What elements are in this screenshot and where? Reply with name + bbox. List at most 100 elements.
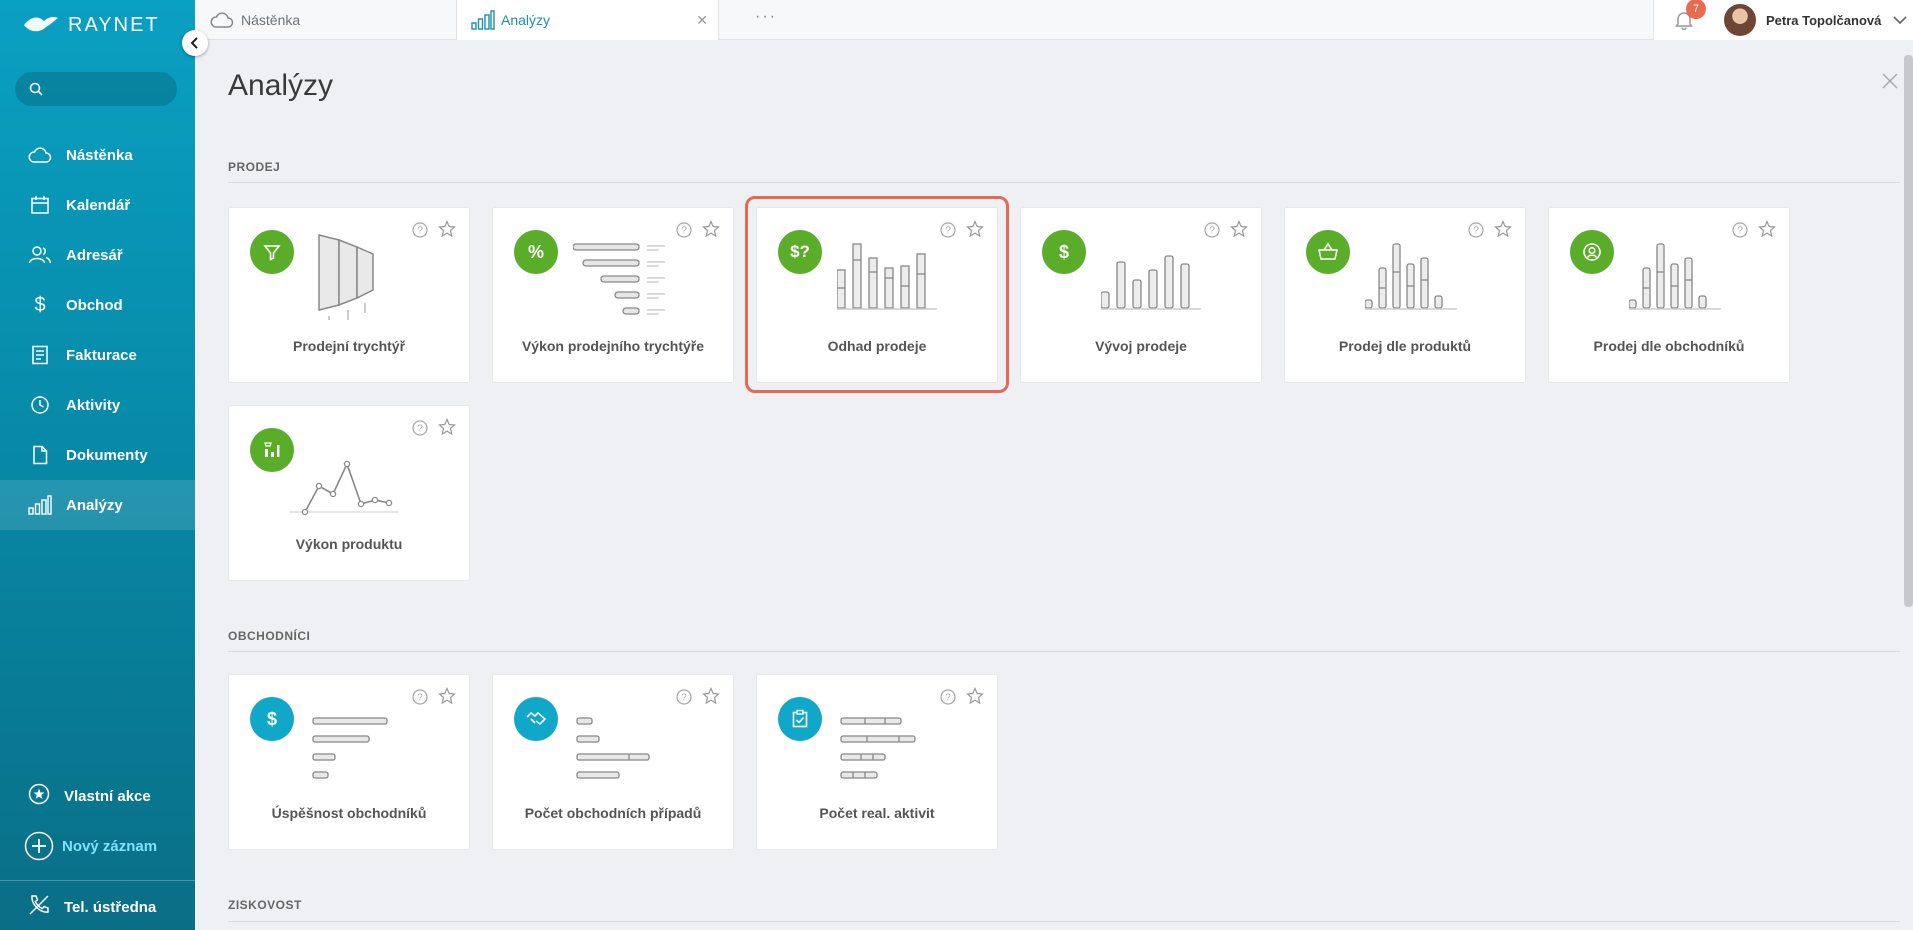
card-vykon-prodejniho-trychtyre[interactable]: % ? Výkon prodejního trychtýře [492,207,734,383]
sidebar: RAYNET Nástěnka Kalendář Adresář $ Obcho… [0,0,195,930]
custom-actions-button[interactable]: Vlastní akce [0,771,195,821]
funnel-icon [250,230,294,274]
dollar-icon: $ [250,697,294,741]
section-title-prodej: PRODEJ [228,160,281,174]
card-label: Úspěšnost obchodníků [271,805,427,821]
clock-icon [28,393,52,417]
card-pocet-real-aktivit[interactable]: ? Počet real. aktivit [756,674,998,850]
card-label: Prodejní trychtýř [292,338,406,354]
tab-label: Nástěnka [241,12,301,28]
card-prodejni-trychtyr[interactable]: ? Prodejní trychtýř [228,207,470,383]
plus-circle-icon [24,831,54,861]
phone-exchange-button[interactable]: Tel. ústředna [0,882,195,930]
top-bar: Nástěnka Analýzy ✕ ··· 7 Petra Topolčano… [195,0,1913,40]
bar-chart-icon [28,493,52,517]
salesperson-bars-illustration [1629,243,1721,310]
document-icon [28,443,52,467]
stacked-bars-illustration [837,243,937,310]
section-divider [228,921,1900,922]
card-odhad-prodeje[interactable]: $? ? Odhad prodeje [756,207,998,383]
card-uspesnost-obchodniku[interactable]: $ ? Úspěšnost obchodníků [228,674,470,850]
sidebar-nav: Nástěnka Kalendář Adresář $ Obchod Faktu… [0,130,195,530]
avatar[interactable] [1724,4,1756,36]
activity-bars-illustration [840,717,916,779]
tab-label: Analýzy [501,12,551,28]
sidebar-collapse-button[interactable] [182,30,208,56]
funnel-bars-illustration [573,243,665,315]
tab-nastenka[interactable]: Nástěnka [195,0,457,40]
sidebar-item-aktivity[interactable]: Aktivity [0,380,195,430]
logo-text: RAYNET [68,13,160,36]
sidebar-item-label: Fakturace [66,346,137,364]
sidebar-item-label: Nástěnka [66,146,133,164]
percent-icon: % [514,230,558,274]
card-label: Počet obchodních případů [524,805,702,821]
sidebar-item-label: Obchod [66,296,123,314]
notifications-button[interactable]: 7 [1674,0,1706,31]
new-record-button[interactable]: Nový záznam [0,821,195,871]
scrollbar[interactable] [1904,55,1913,607]
sidebar-item-obchod[interactable]: $ Obchod [0,280,195,330]
more-tabs-button[interactable]: ··· [755,8,777,26]
notification-count-badge: 7 [1686,0,1706,19]
sidebar-item-label: Adresář [66,246,123,264]
close-tab-icon[interactable]: ✕ [696,12,708,29]
count-bars-illustration [576,717,650,779]
section-divider [228,651,1900,652]
line-chart-illustration [289,460,399,516]
product-chart-icon [250,428,294,472]
card-label: Výkon produktu [295,536,403,552]
card-vykon-produktu[interactable]: ? Výkon produktu [228,405,470,581]
ranking-bars-illustration [312,717,388,779]
section-title-ziskovost: ZISKOVOST [228,898,302,912]
page-title: Analýzy [228,69,334,102]
dollar-icon: $ [1042,230,1086,274]
invoice-icon [28,343,52,367]
sidebar-item-nastenka[interactable]: Nástěnka [0,130,195,180]
raynet-bird-icon [24,17,58,32]
sidebar-item-dokumenty[interactable]: Dokumenty [0,430,195,480]
sidebar-phone: Tel. ústředna [0,882,195,930]
chevron-left-icon [190,37,198,49]
close-icon[interactable] [1880,71,1900,91]
sidebar-divider [0,880,195,881]
sidebar-bottom: Vlastní akce Nový záznam [0,771,195,871]
calendar-icon [28,193,52,217]
card-vyvoj-prodeje[interactable]: $ ? Vývoj prodeje [1020,207,1262,383]
phone-exchange-label: Tel. ústředna [64,898,157,916]
star-icon[interactable] [438,418,456,436]
sidebar-item-label: Analýzy [66,496,123,514]
product-bars-illustration [1365,243,1457,310]
sidebar-item-fakturace[interactable]: Fakturace [0,330,195,380]
chevron-down-icon[interactable] [1893,15,1907,25]
sidebar-item-label: Kalendář [66,196,131,214]
search-input[interactable] [51,81,161,97]
sidebar-item-analyzy[interactable]: Analýzy [0,480,195,530]
cloud-icon [28,143,52,167]
card-prodej-dle-produktu[interactable]: ? Prodej dle produktů [1284,207,1526,383]
search-icon [29,82,43,96]
card-label: Počet real. aktivit [819,805,935,821]
contacts-icon [28,243,52,267]
phone-off-icon [28,894,50,920]
bar-chart-icon [471,10,495,30]
clipboard-check-icon [778,697,822,741]
funnel-illustration [318,234,374,320]
sidebar-search[interactable] [15,72,177,106]
card-label: Prodej dle produktů [1338,338,1472,354]
cloud-icon [210,12,234,28]
user-name[interactable]: Petra Topolčanová [1766,13,1881,28]
card-prodej-dle-obchodniku[interactable]: ? Prodej dle obchodníků [1548,207,1790,383]
sidebar-item-kalendar[interactable]: Kalendář [0,180,195,230]
custom-actions-label: Vlastní akce [64,787,151,805]
star-circle-icon [28,783,50,809]
main-content: Analýzy PRODEJ ? Prodejní trychtýř % ? V… [195,41,1900,930]
sidebar-item-label: Aktivity [66,396,121,414]
tab-analyzy[interactable]: Analýzy ✕ [457,0,719,40]
sidebar-item-adresar[interactable]: Adresář [0,230,195,280]
dollar-icon: $ [34,293,46,316]
raynet-logo[interactable]: RAYNET [22,12,160,38]
new-record-label: Nový záznam [62,837,158,855]
card-pocet-obchodnich-pripadu[interactable]: ? Počet obchodních případů [492,674,734,850]
sidebar-item-label: Dokumenty [66,446,148,464]
